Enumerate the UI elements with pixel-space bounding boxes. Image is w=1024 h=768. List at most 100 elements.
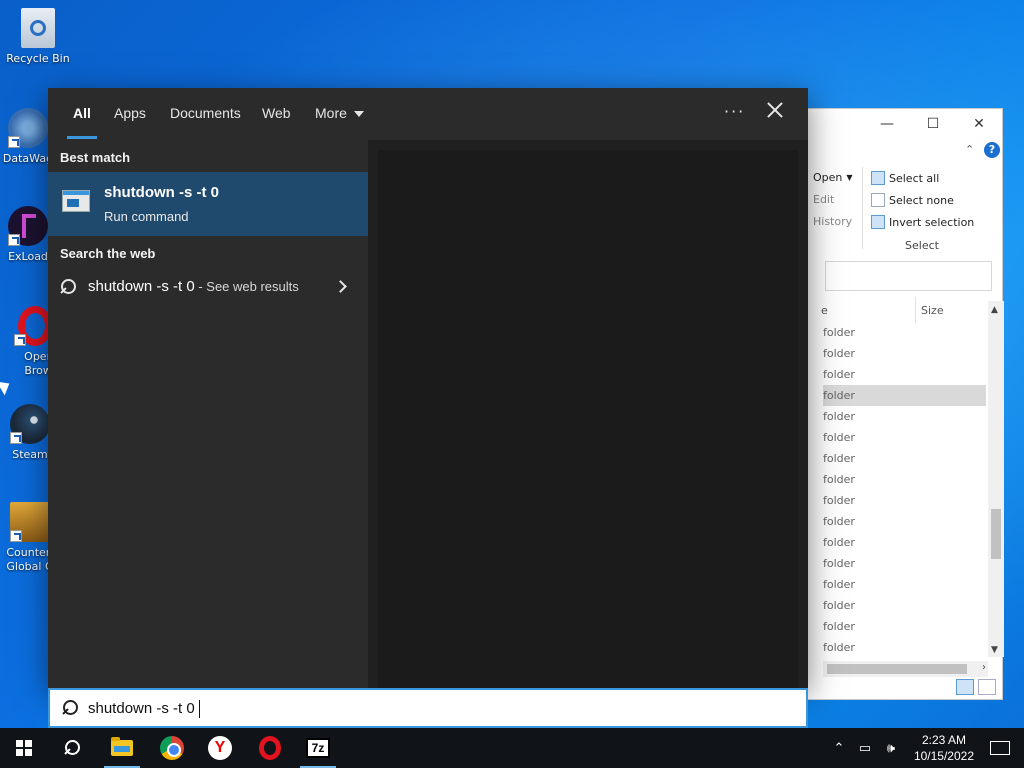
file-row[interactable]: folder [823, 406, 986, 427]
clock[interactable]: 2:23 AM 10/15/2022 [914, 732, 974, 764]
web-result-query: shutdown -s -t 0 [88, 278, 195, 295]
file-row[interactable]: folder [823, 637, 986, 658]
file-row[interactable]: folder [823, 490, 986, 511]
column-divider [915, 297, 916, 323]
close-search-button[interactable] [764, 100, 786, 122]
datawag-icon [8, 108, 48, 148]
chevron-down-icon [353, 111, 364, 118]
system-tray: ⌃ ▭ 🕪 2:23 AM 10/15/2022 [826, 728, 1024, 768]
tab-all[interactable]: All [67, 88, 97, 140]
scroll-up-icon[interactable]: ▲ [991, 305, 998, 315]
help-icon[interactable]: ? [984, 142, 1000, 158]
windows-logo-icon [16, 740, 32, 756]
desktop-icon-label: DataWag [2, 152, 54, 165]
taskbar-yandex[interactable]: Y [196, 728, 244, 768]
chevron-down-icon: ▼ [846, 173, 853, 182]
steam-icon [10, 404, 50, 444]
select-none-button[interactable]: Select none [871, 193, 954, 207]
file-row[interactable]: folder [823, 385, 986, 406]
taskbar-chrome[interactable] [148, 728, 196, 768]
details-view-icon[interactable] [956, 679, 974, 695]
tab-web[interactable]: Web [262, 88, 291, 140]
desktop-icon-label: Steam [12, 448, 48, 461]
file-row[interactable]: folder [823, 532, 986, 553]
scroll-right-icon[interactable]: › [982, 662, 986, 673]
file-explorer-window[interactable]: — ☐ ✕ ⌃ ? Open ▼ Edit History Select all … [806, 108, 1004, 700]
7zip-icon: 7z [306, 738, 330, 758]
file-row[interactable]: folder [823, 574, 986, 595]
network-icon[interactable]: ▭ [855, 738, 875, 758]
shortcut-arrow-icon [10, 432, 22, 444]
column-header-size[interactable]: Size [921, 304, 944, 317]
scrollbar-thumb[interactable] [827, 664, 967, 674]
tab-more[interactable]: More [315, 88, 364, 140]
taskbar-7zip[interactable]: 7z [294, 728, 342, 768]
file-row[interactable]: folder [823, 364, 986, 385]
start-button[interactable] [0, 728, 48, 768]
best-match-title: shutdown -s -t 0 [104, 184, 219, 201]
taskbar-search-box[interactable] [48, 688, 808, 728]
search-input[interactable] [88, 697, 788, 719]
web-search-result[interactable]: shutdown -s -t 0 - See web results [48, 272, 368, 302]
best-match-result[interactable]: shutdown -s -t 0 Run command [48, 172, 368, 236]
explorer-search-input[interactable] [825, 261, 992, 291]
opera-icon [259, 736, 281, 760]
more-options-icon[interactable]: ··· [724, 102, 745, 121]
invert-selection-button[interactable]: Invert selection [871, 215, 974, 229]
edit-button[interactable]: Edit [813, 193, 834, 206]
file-row[interactable]: folder [823, 553, 986, 574]
shortcut-arrow-icon [14, 334, 26, 346]
volume-icon[interactable]: 🕪 [881, 738, 901, 758]
file-row[interactable]: folder [823, 343, 986, 364]
tab-apps[interactable]: Apps [114, 88, 146, 140]
desktop-icon-label: Recycle Bin [6, 52, 70, 65]
history-button[interactable]: History [813, 215, 852, 228]
file-row[interactable]: folder [823, 511, 986, 532]
taskbar-file-explorer[interactable] [98, 728, 146, 768]
preview-pane [378, 150, 798, 688]
chrome-icon [160, 736, 184, 760]
run-command-icon [62, 190, 90, 212]
open-button[interactable]: Open ▼ [813, 171, 853, 184]
large-icons-view-icon[interactable] [978, 679, 996, 695]
ribbon-separator [862, 167, 863, 249]
file-row[interactable]: folder [823, 616, 986, 637]
file-row[interactable]: folder [823, 448, 986, 469]
close-button[interactable]: ✕ [956, 109, 1002, 139]
shortcut-arrow-icon [8, 234, 20, 246]
taskbar-search-button[interactable] [48, 728, 96, 768]
invert-selection-icon [871, 215, 885, 229]
desktop-icon-label: ExLoad [8, 250, 48, 263]
yandex-icon: Y [208, 736, 232, 760]
vertical-scrollbar[interactable]: ▲ ▼ [988, 301, 1004, 657]
file-row[interactable]: folder [823, 469, 986, 490]
select-none-icon [871, 193, 885, 207]
scrollbar-thumb[interactable] [991, 509, 1001, 559]
csgo-icon [10, 502, 50, 542]
show-hidden-icons-icon[interactable]: ⌃ [829, 738, 849, 758]
scroll-down-icon[interactable]: ▼ [991, 645, 998, 655]
select-all-button[interactable]: Select all [871, 171, 939, 185]
search-icon [64, 740, 80, 756]
chevron-right-icon[interactable] [334, 280, 347, 293]
search-icon [60, 279, 76, 295]
file-row[interactable]: folder [823, 427, 986, 448]
ribbon-collapse-icon[interactable]: ⌃ [965, 143, 974, 156]
tab-documents[interactable]: Documents [170, 88, 241, 140]
search-web-heading: Search the web [60, 246, 156, 261]
desktop-icon-recycle-bin[interactable]: Recycle Bin [0, 8, 76, 66]
column-header-name[interactable]: e [821, 304, 828, 317]
file-row[interactable]: folder [823, 595, 986, 616]
results-pane: Best match shutdown -s -t 0 Run command … [48, 140, 368, 688]
text-cursor [199, 700, 200, 718]
best-match-heading: Best match [60, 150, 131, 165]
taskbar-opera[interactable] [246, 728, 294, 768]
notification-center-icon[interactable] [990, 741, 1010, 755]
file-row[interactable]: folder [823, 322, 986, 343]
shortcut-arrow-icon [8, 136, 20, 148]
start-search-panel: All Apps Documents Web More ··· Best mat… [48, 88, 808, 688]
minimize-button[interactable]: — [864, 109, 910, 139]
horizontal-scrollbar[interactable]: › [823, 661, 988, 677]
select-all-icon [871, 171, 885, 185]
maximize-button[interactable]: ☐ [910, 109, 956, 139]
